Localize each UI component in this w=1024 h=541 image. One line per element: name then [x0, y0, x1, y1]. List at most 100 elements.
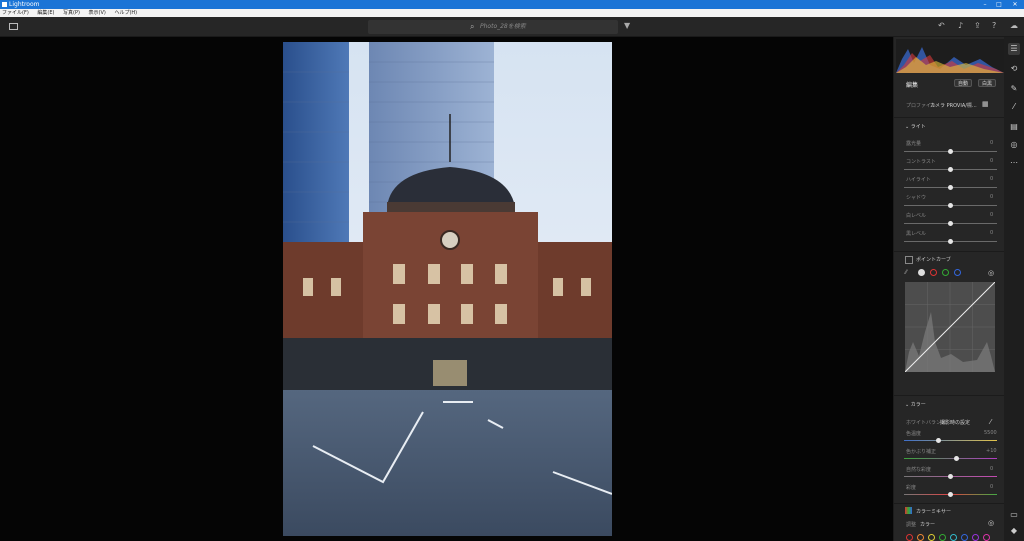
filter-icon[interactable]: ▼	[624, 21, 630, 30]
menu-help[interactable]: ヘルプ(H)	[114, 10, 137, 16]
slider-value-saturation[interactable]: 0	[990, 484, 993, 490]
whites-slider[interactable]	[904, 221, 997, 226]
notification-icon[interactable]: ♪	[958, 21, 963, 30]
brush-icon[interactable]: ⁄	[1008, 101, 1020, 113]
slider-value-temp[interactable]: 5500	[984, 430, 997, 436]
histogram	[896, 39, 1004, 73]
temperature-slider[interactable]	[904, 438, 997, 443]
slider-label-tint: 色かぶり補正	[906, 449, 937, 455]
slider-label-shadows: シャドウ	[906, 195, 927, 201]
menu-edit[interactable]: 編集(E)	[37, 10, 54, 16]
light-section-header[interactable]: ⌄ ライト	[905, 123, 926, 130]
comment-icon[interactable]: ▭	[1008, 509, 1020, 521]
search-bar[interactable]: ⌕ Photo_28を検索	[368, 20, 618, 34]
slider-value-blacks[interactable]: 0	[990, 230, 993, 236]
slider-knob[interactable]	[948, 221, 953, 226]
mixer-adjust-dropdown[interactable]: カラー	[920, 521, 935, 528]
slider-value-highlights[interactable]: 0	[990, 176, 993, 182]
mixer-target-icon[interactable]: ◎	[988, 519, 994, 527]
slider-label-blacks: 黒レベル	[906, 231, 927, 237]
slider-label-contrast: コントラスト	[906, 159, 936, 165]
menu-photo[interactable]: 写真(P)	[63, 10, 80, 16]
tint-slider[interactable]	[904, 456, 997, 461]
tag-icon[interactable]: ◆	[1008, 525, 1020, 537]
mixer-yellow-dot[interactable]	[928, 534, 935, 541]
slider-knob[interactable]	[954, 456, 959, 461]
undo-icon[interactable]: ↶	[938, 21, 945, 30]
window-title: Lightroom	[9, 1, 40, 8]
mixer-green-dot[interactable]	[939, 534, 946, 541]
slider-value-exposure[interactable]: 0	[990, 140, 993, 146]
slider-knob[interactable]	[948, 474, 953, 479]
mixer-blue-dot[interactable]	[961, 534, 968, 541]
app-icon	[2, 2, 7, 7]
slider-label-temp: 色温度	[906, 431, 922, 437]
bw-button[interactable]: 白黒	[978, 79, 996, 87]
mixer-aqua-dot[interactable]	[950, 534, 957, 541]
target-adjust-icon[interactable]: ◎	[988, 269, 994, 277]
parametric-curve-icon[interactable]: ⁄⁄	[905, 269, 907, 276]
share-icon[interactable]: ⇪	[974, 21, 981, 30]
profile-dropdown[interactable]: カメラ PROVIA/標...	[930, 102, 977, 109]
menu-view[interactable]: 表示(V)	[89, 10, 106, 16]
healing-icon[interactable]: ✎	[1008, 83, 1020, 95]
exposure-slider[interactable]	[904, 149, 997, 154]
section-divider	[894, 251, 1004, 252]
slider-knob[interactable]	[948, 149, 953, 154]
help-icon[interactable]: ?	[992, 21, 996, 30]
green-channel-dot[interactable]	[942, 269, 949, 276]
red-channel-dot[interactable]	[930, 269, 937, 276]
highlights-slider[interactable]	[904, 185, 997, 190]
color-mixer-header[interactable]: カラーミキサー	[916, 508, 951, 515]
color-section-header[interactable]: ⌄ カラー	[905, 401, 926, 408]
more-icon[interactable]: ⋯	[1008, 157, 1020, 169]
close-button[interactable]: ✕	[1008, 0, 1022, 9]
eyedropper-icon[interactable]: ⁄	[990, 418, 991, 426]
slider-knob[interactable]	[948, 239, 953, 244]
tone-curve-graph[interactable]	[904, 281, 996, 373]
slider-value-shadows[interactable]: 0	[990, 194, 993, 200]
slider-knob[interactable]	[948, 492, 953, 497]
vibrance-slider[interactable]	[904, 474, 997, 479]
radial-icon[interactable]: ◎	[1008, 139, 1020, 151]
shadows-slider[interactable]	[904, 203, 997, 208]
minimize-button[interactable]: –	[978, 0, 992, 9]
search-input[interactable]: Photo_28を検索	[480, 20, 526, 34]
photo-preview[interactable]	[283, 42, 612, 536]
edit-sliders-icon[interactable]: ☰	[1008, 43, 1020, 55]
slider-value-tint[interactable]: +10	[986, 448, 997, 454]
contrast-slider[interactable]	[904, 167, 997, 172]
tool-rail: ☰ ⟲ ✎ ⁄ ▤ ◎ ⋯ ▭ ◆	[1004, 37, 1024, 541]
maximize-button[interactable]: □	[992, 0, 1006, 9]
slider-knob[interactable]	[948, 203, 953, 208]
color-mixer-icon	[905, 507, 912, 514]
slider-label-exposure: 露光量	[906, 141, 922, 147]
menu-file[interactable]: ファイル(F)	[2, 10, 29, 16]
profile-grid-icon[interactable]: ▦	[982, 100, 989, 108]
slider-value-vibrance[interactable]: 0	[990, 466, 993, 472]
rgb-channel-dot[interactable]	[918, 269, 925, 276]
point-curve-header[interactable]: ポイントカーブ	[916, 256, 951, 263]
panel-toggle-icon[interactable]	[9, 23, 18, 30]
blue-channel-dot[interactable]	[954, 269, 961, 276]
blacks-slider[interactable]	[904, 239, 997, 244]
mixer-magenta-dot[interactable]	[983, 534, 990, 541]
slider-knob[interactable]	[948, 167, 953, 172]
gradient-icon[interactable]: ▤	[1008, 121, 1020, 133]
slider-value-contrast[interactable]: 0	[990, 158, 993, 164]
saturation-slider[interactable]	[904, 492, 997, 497]
crop-icon[interactable]: ⟲	[1008, 63, 1020, 75]
slider-value-whites[interactable]: 0	[990, 212, 993, 218]
mixer-red-dot[interactable]	[906, 534, 913, 541]
cloud-icon[interactable]: ☁	[1010, 21, 1018, 30]
auto-button[interactable]: 自動	[954, 79, 972, 87]
wb-dropdown[interactable]: 撮影時の設定	[940, 419, 970, 426]
slider-knob[interactable]	[948, 185, 953, 190]
mixer-orange-dot[interactable]	[917, 534, 924, 541]
slider-knob[interactable]	[936, 438, 941, 443]
menu-bar: ファイル(F) 編集(E) 写真(P) 表示(V) ヘルプ(H)	[0, 9, 1024, 17]
section-divider	[894, 395, 1004, 396]
color-header-label: カラー	[910, 402, 926, 408]
mixer-purple-dot[interactable]	[972, 534, 979, 541]
slider-label-vibrance: 自然な彩度	[906, 467, 932, 473]
